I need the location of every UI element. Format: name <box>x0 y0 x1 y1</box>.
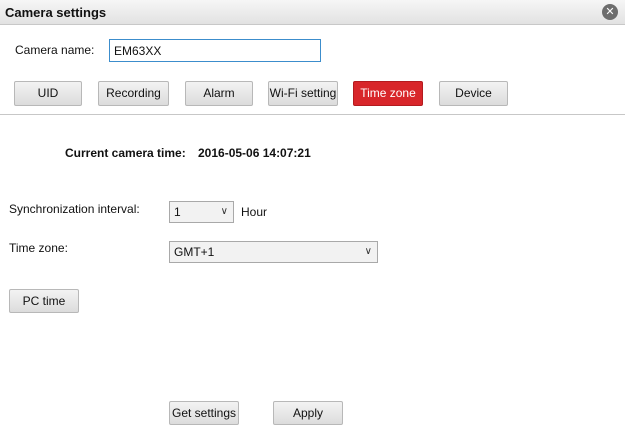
tab-device[interactable]: Device <box>439 81 508 106</box>
sync-interval-label: Synchronization interval: <box>9 202 140 216</box>
window-title: Camera settings <box>5 5 107 20</box>
tab-recording[interactable]: Recording <box>98 81 169 106</box>
current-time-value: 2016-05-06 14:07:21 <box>198 146 311 160</box>
sync-interval-unit: Hour <box>241 205 268 219</box>
tab-divider <box>0 114 625 115</box>
camera-name-input[interactable] <box>109 39 321 62</box>
tab-time-zone[interactable]: Time zone <box>353 81 423 106</box>
tab-alarm[interactable]: Alarm <box>185 81 253 106</box>
pc-time-button[interactable]: PC time <box>9 289 79 313</box>
get-settings-button[interactable]: Get settings <box>169 401 239 425</box>
time-zone-select[interactable]: GMT+1 ∨ <box>169 241 378 263</box>
sync-interval-value: 1 <box>174 205 181 219</box>
tab-wifi-setting[interactable]: Wi-Fi setting <box>268 81 338 106</box>
camera-name-label: Camera name: <box>15 43 95 57</box>
current-time-label: Current camera time: <box>65 146 186 160</box>
time-zone-label: Time zone: <box>9 241 68 255</box>
title-bar: Camera settings ✕ <box>0 0 625 25</box>
chevron-down-icon: ∨ <box>364 246 372 257</box>
tab-uid[interactable]: UID <box>14 81 82 106</box>
apply-button[interactable]: Apply <box>273 401 343 425</box>
close-icon[interactable]: ✕ <box>602 4 618 20</box>
time-zone-value: GMT+1 <box>174 245 215 259</box>
sync-interval-select[interactable]: 1 ∨ <box>169 201 234 223</box>
chevron-down-icon: ∨ <box>220 206 228 217</box>
